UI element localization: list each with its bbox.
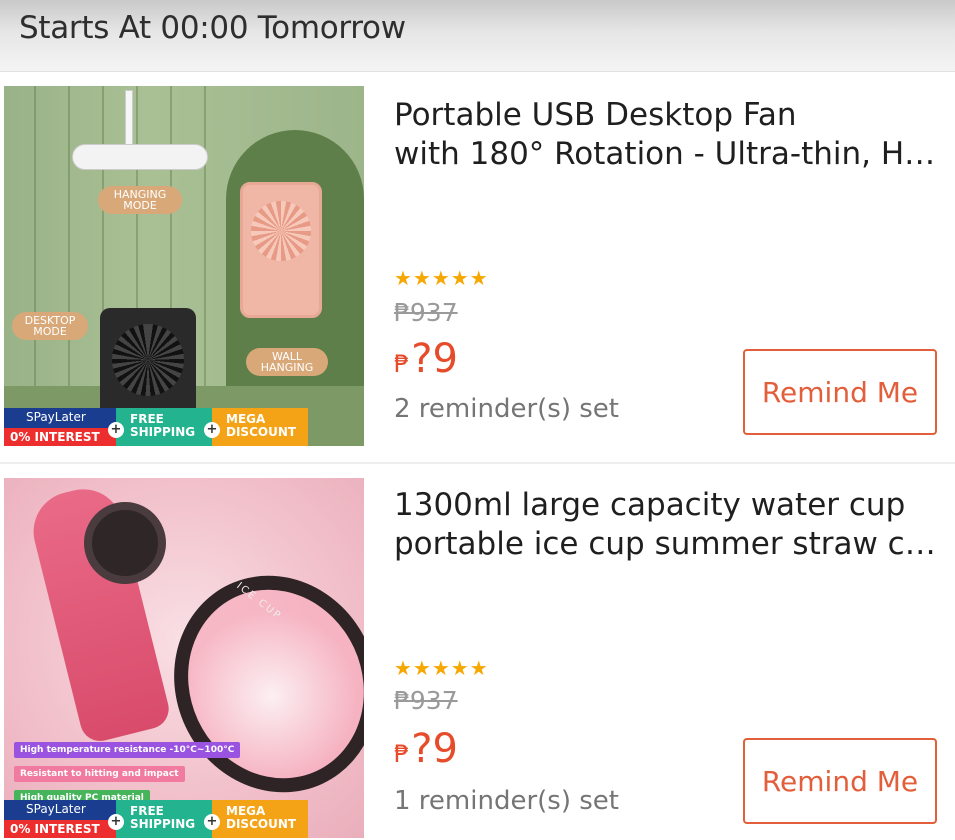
promo-banner: SPayLater 0% INTEREST FREE SHIPPING MEGA… (4, 800, 364, 838)
hanging-fan-illustration (72, 144, 208, 170)
reminder-count: 2 reminder(s) set (394, 394, 619, 424)
reminder-count: 1 reminder(s) set (394, 786, 619, 816)
plus-icon: + (204, 814, 220, 830)
feature-label: Resistant to hitting and impact (14, 766, 185, 782)
product-card[interactable]: ICE CUP High temperature resistance -10°… (0, 462, 955, 840)
wall-hanging-tag: WALL HANGING (246, 348, 328, 376)
mega-discount-badge: MEGA DISCOUNT (212, 408, 308, 446)
pink-fan-illustration (240, 182, 322, 318)
plus-icon: + (108, 422, 124, 438)
cup-body-illustration (138, 542, 364, 826)
spaylater-badge: SPayLater 0% INTEREST (4, 800, 116, 838)
desktop-mode-tag: DESKTOP MODE (12, 312, 88, 340)
feature-label: High temperature resistance -10°C~100°C (14, 742, 241, 758)
free-shipping-badge: FREE SHIPPING (116, 800, 212, 838)
remind-me-button[interactable]: Remind Me (743, 738, 937, 824)
product-image[interactable]: ICE CUP High temperature resistance -10°… (4, 478, 364, 838)
product-title[interactable]: Portable USB Desktop Fan with 180° Rotat… (394, 96, 946, 174)
free-shipping-badge: FREE SHIPPING (116, 408, 212, 446)
product-title[interactable]: 1300ml large capacity water cup portable… (394, 486, 946, 564)
mega-discount-badge: MEGA DISCOUNT (212, 800, 308, 838)
sale-price: ₱?9 (394, 726, 458, 772)
page-title: Starts At 00:00 Tomorrow (19, 10, 406, 46)
sale-price: ₱?9 (394, 336, 458, 382)
plus-icon: + (108, 814, 124, 830)
remind-me-button[interactable]: Remind Me (743, 349, 937, 435)
black-fan-illustration (100, 308, 196, 420)
rating-stars-icon: ★★★★★ (394, 266, 489, 290)
product-card[interactable]: HANGING MODE DESKTOP MODE WALL HANGING S… (0, 72, 955, 456)
header-bar: Starts At 00:00 Tomorrow (0, 0, 955, 72)
product-image[interactable]: HANGING MODE DESKTOP MODE WALL HANGING S… (4, 86, 364, 446)
promo-banner: SPayLater 0% INTEREST FREE SHIPPING MEGA… (4, 408, 364, 446)
original-price: ₱937 (394, 686, 458, 715)
spaylater-badge: SPayLater 0% INTEREST (4, 408, 116, 446)
hanging-mode-tag: HANGING MODE (98, 186, 182, 214)
original-price: ₱937 (394, 298, 458, 327)
rating-stars-icon: ★★★★★ (394, 656, 489, 680)
plus-icon: + (204, 422, 220, 438)
